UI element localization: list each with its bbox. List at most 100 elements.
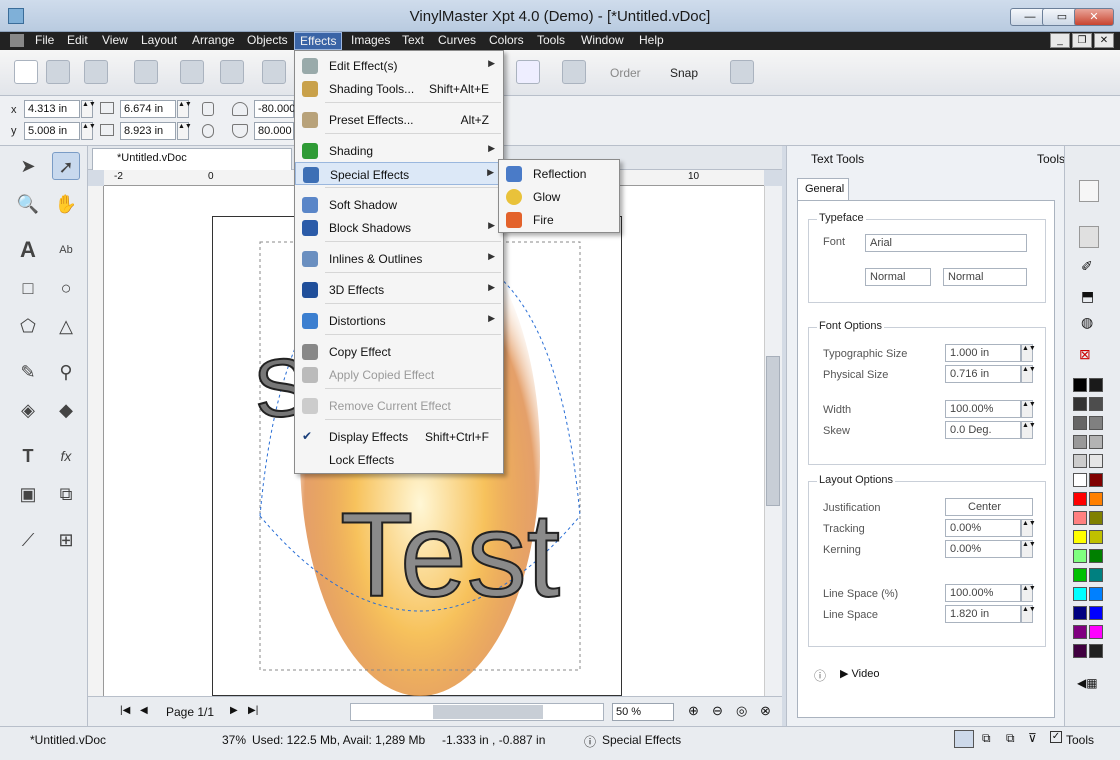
horizontal-scroll-thumb[interactable] (433, 705, 543, 719)
zoom-in-icon[interactable]: ⊕ (688, 703, 699, 719)
status-objects-icon[interactable]: ⧉ (1006, 731, 1015, 746)
menu-effects[interactable]: Effects (294, 32, 343, 50)
panel-header-title[interactable]: Text Tools (811, 152, 864, 166)
menu-item-reflection[interactable]: Reflection (499, 162, 619, 185)
eyedropper-icon[interactable]: ✐ (1081, 258, 1093, 275)
status-layers-icon[interactable]: ⧉ (982, 731, 991, 746)
font-case-select[interactable]: Normal (943, 268, 1027, 286)
color-swatch[interactable] (1073, 568, 1087, 582)
color-swatch[interactable] (1089, 473, 1103, 487)
color-swatch[interactable] (1073, 549, 1087, 563)
menu-colors[interactable]: Colors (484, 32, 529, 50)
color-swatch[interactable] (1073, 416, 1087, 430)
tab-general[interactable]: General (797, 178, 849, 200)
menu-item-display-effects[interactable]: ✔ Display Effects Shift+Ctrl+F (295, 425, 503, 448)
document-tab[interactable]: *Untitled.vDoc (92, 148, 292, 170)
color-swatch[interactable] (1073, 587, 1087, 601)
menu-images[interactable]: Images (346, 32, 395, 50)
menu-objects[interactable]: Objects (242, 32, 293, 50)
color-swatch[interactable] (1073, 473, 1087, 487)
color-tools-icon[interactable]: ⬒ (1081, 288, 1094, 305)
menu-curves[interactable]: Curves (433, 32, 481, 50)
color-swatch[interactable] (1089, 644, 1103, 658)
typographic-size-spinner[interactable]: ▲▼ (1021, 344, 1036, 362)
color-swatch[interactable] (1089, 530, 1103, 544)
y-position-field[interactable]: 5.008 in (24, 122, 80, 140)
mdi-minimize-button[interactable]: _ (1050, 33, 1070, 48)
save-icon[interactable] (134, 60, 158, 84)
palette-options-icon[interactable]: ◀▦ (1077, 676, 1098, 690)
lock-proportions-icon[interactable] (202, 102, 214, 116)
last-page-icon[interactable]: ▶| (248, 705, 258, 716)
weld-icon[interactable]: ⧉ (52, 480, 80, 508)
width-percent-spinner[interactable]: ▲▼ (1021, 400, 1036, 418)
rectangle-icon[interactable]: □ (14, 274, 42, 302)
doc-menu-icon[interactable] (10, 34, 24, 47)
ellipse-icon[interactable]: ○ (52, 274, 80, 302)
line-space-field[interactable]: 1.820 in (945, 605, 1021, 623)
redo-icon[interactable] (516, 60, 540, 84)
justification-select[interactable]: Center (945, 498, 1033, 516)
arc-top-field[interactable]: -80.000 (254, 100, 295, 118)
color-swatch[interactable] (1089, 549, 1103, 563)
color-swatch[interactable] (1073, 511, 1087, 525)
menu-arrange[interactable]: Arrange (187, 32, 240, 50)
menu-item-shading[interactable]: Shading ▶ (295, 139, 503, 162)
measure-icon[interactable]: ⟋ (14, 526, 42, 554)
color-swatch[interactable] (1089, 511, 1103, 525)
color-swatch[interactable] (1089, 625, 1103, 639)
knife-icon[interactable]: ⚲ (52, 358, 80, 386)
line-space-spinner[interactable]: ▲▼ (1021, 605, 1036, 623)
menu-item-shading-tools[interactable]: Shading Tools... Shift+Alt+E (295, 77, 503, 100)
menu-tools[interactable]: Tools (532, 32, 570, 50)
skew-spinner[interactable]: ▲▼ (1021, 421, 1036, 439)
color-swatch[interactable] (1089, 435, 1103, 449)
arc-bottom-field[interactable]: 80.000 (254, 122, 294, 140)
mdi-close-button[interactable]: ✕ (1094, 33, 1114, 48)
fill-color-swatch[interactable] (1079, 180, 1099, 202)
horizontal-scrollbar[interactable] (350, 703, 604, 721)
color-swatch[interactable] (1089, 606, 1103, 620)
zoom-out-icon[interactable]: ⊖ (712, 703, 723, 719)
x-position-spinner[interactable]: ▲▼ (81, 100, 96, 118)
x-position-field[interactable]: 4.313 in (24, 100, 80, 118)
menu-text[interactable]: Text (397, 32, 429, 50)
zoom-all-icon[interactable]: ⊗ (760, 703, 771, 719)
height-field[interactable]: 8.923 in (120, 122, 176, 140)
outline-color-swatch[interactable] (1079, 226, 1099, 248)
pencil-icon[interactable]: ✎ (14, 358, 42, 386)
font-select[interactable]: Arial (865, 234, 1027, 252)
physical-size-spinner[interactable]: ▲▼ (1021, 365, 1036, 383)
panel-tools-toggle[interactable]: Tools (1037, 152, 1065, 166)
menu-item-edit-effect-s[interactable]: Edit Effect(s) ▶ (295, 54, 503, 77)
menu-item-inlines-outlines[interactable]: Inlines & Outlines ▶ (295, 247, 503, 270)
globe-icon[interactable]: ◍ (1081, 314, 1093, 331)
zoom-icon[interactable]: 🔍 (14, 190, 42, 218)
shapes-icon[interactable]: △ (52, 312, 80, 340)
help-icon[interactable]: ⓘ (814, 667, 826, 684)
pan-hand-icon[interactable]: ✋ (52, 190, 80, 218)
menu-item-block-shadows[interactable]: Block Shadows ▶ (295, 216, 503, 239)
first-page-icon[interactable]: |◀ (120, 705, 130, 716)
color-swatch[interactable] (1089, 492, 1103, 506)
tracking-field[interactable]: 0.00% (945, 519, 1021, 537)
text-tool-icon[interactable]: A (14, 236, 42, 264)
prev-page-icon[interactable]: ◀ (140, 705, 148, 716)
rotate-icon[interactable] (202, 124, 214, 138)
dimension-icon[interactable]: ⊞ (52, 526, 80, 554)
select-arrow-icon[interactable]: ➤ (14, 152, 42, 180)
status-toggle-icon[interactable] (954, 730, 974, 748)
menu-help[interactable]: Help (634, 32, 669, 50)
menu-item-lock-effects[interactable]: Lock Effects (295, 448, 503, 471)
color-swatch[interactable] (1089, 568, 1103, 582)
color-swatch[interactable] (1089, 454, 1103, 468)
vertical-scrollbar[interactable] (764, 186, 782, 696)
y-position-spinner[interactable]: ▲▼ (81, 122, 96, 140)
menu-edit[interactable]: Edit (62, 32, 93, 50)
selection-icon[interactable] (562, 60, 586, 84)
color-swatch[interactable] (1073, 492, 1087, 506)
color-swatch[interactable] (1073, 378, 1087, 392)
tracking-spinner[interactable]: ▲▼ (1021, 519, 1036, 537)
kerning-field[interactable]: 0.00% (945, 540, 1021, 558)
menu-item-soft-shadow[interactable]: Soft Shadow (295, 193, 503, 216)
